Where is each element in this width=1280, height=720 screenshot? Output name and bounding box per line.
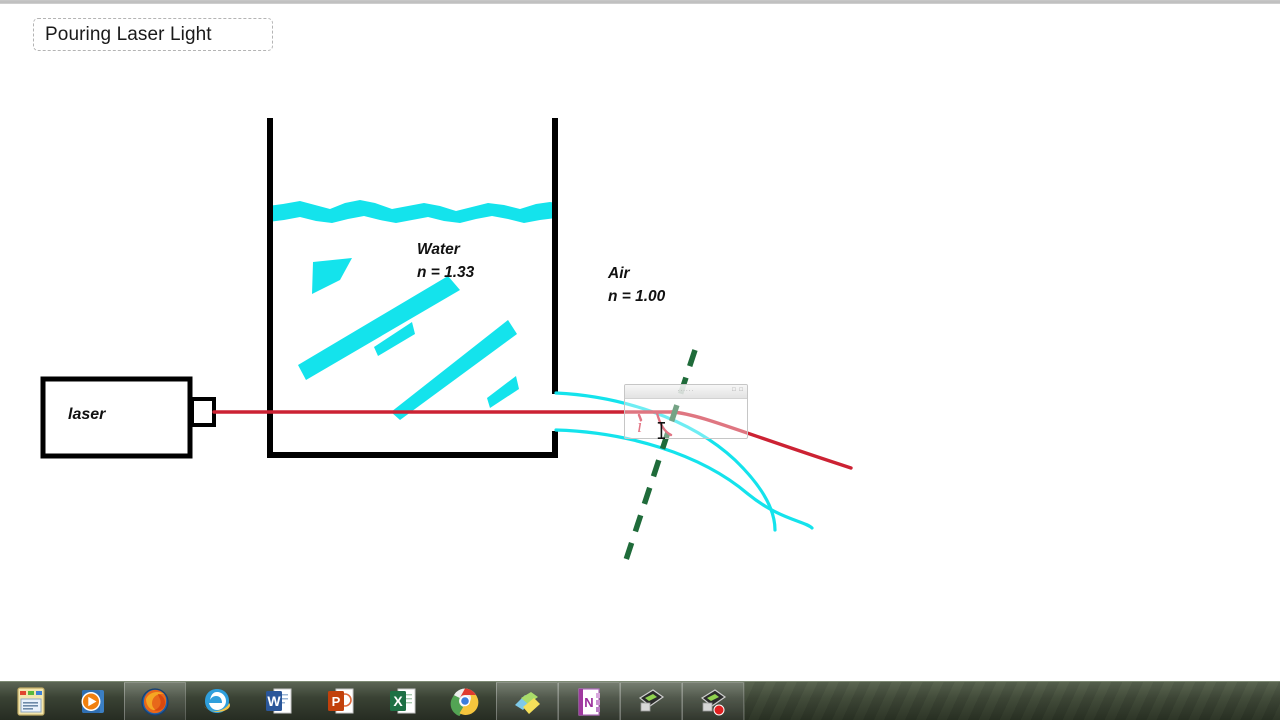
firefox-icon (141, 687, 169, 716)
laser-beam (212, 410, 853, 470)
water-name: Water (417, 241, 460, 258)
taskbar-item-onenote[interactable]: N (558, 682, 620, 720)
taskbar-item-screen-capture[interactable] (620, 682, 682, 720)
taskbar-item-media-player[interactable] (62, 682, 124, 720)
air-medium-label: Air n = 1.00 (608, 262, 665, 308)
floating-window-controls[interactable]: □ □ (732, 387, 744, 393)
powerpoint-icon: P (328, 688, 354, 714)
taskbar[interactable]: W P X N (0, 681, 1280, 720)
word-icon: W (266, 688, 292, 714)
svg-text:N: N (584, 695, 593, 710)
media-player-icon (81, 690, 104, 713)
notes-stack-icon (515, 691, 540, 714)
air-name: Air (608, 265, 630, 282)
laser-label: laser (68, 406, 106, 423)
svg-text:W: W (267, 693, 281, 709)
taskbar-item-word[interactable]: W (248, 682, 310, 720)
taskbar-item-sticky-notes[interactable] (0, 682, 62, 720)
screen-recorder-icon (700, 688, 727, 715)
sticky-notes-icon (17, 687, 45, 716)
svg-text:X: X (393, 693, 403, 709)
floating-window-body[interactable] (625, 399, 747, 438)
taskbar-item-firefox[interactable] (124, 682, 186, 720)
water-refractive-index: n = 1.33 (417, 264, 475, 281)
physics-diagram (40, 118, 853, 567)
taskbar-item-powerpoint[interactable]: P (310, 682, 372, 720)
floating-window-titlebar[interactable]: ...... □ □ (625, 385, 747, 399)
taskbar-item-chrome[interactable] (434, 682, 496, 720)
water-surface (268, 200, 556, 223)
taskbar-item-excel[interactable]: X (372, 682, 434, 720)
taskbar-icon-list: W P X N (0, 682, 744, 720)
water-medium-label: Water n = 1.33 (417, 238, 474, 284)
excel-icon: X (390, 688, 416, 714)
internet-explorer-icon (204, 689, 230, 713)
screen: Pouring Laser Light Water n = 1.33 Air n… (0, 0, 1280, 720)
water-streaks (298, 258, 519, 420)
onenote-icon: N (578, 687, 600, 716)
taskbar-empty-area[interactable] (744, 682, 1280, 720)
floating-window-overlay[interactable]: ...... □ □ (624, 384, 748, 439)
chrome-icon (450, 688, 479, 716)
taskbar-item-internet-explorer[interactable] (186, 682, 248, 720)
normal-line (621, 349, 698, 567)
taskbar-item-screen-recorder[interactable] (682, 682, 744, 720)
svg-text:P: P (332, 694, 341, 709)
screen-capture-icon (638, 688, 665, 711)
floating-window-title: ...... (677, 387, 695, 393)
air-refractive-index: n = 1.00 (608, 288, 666, 305)
taskbar-item-sticky-notes-stack[interactable] (496, 682, 558, 720)
